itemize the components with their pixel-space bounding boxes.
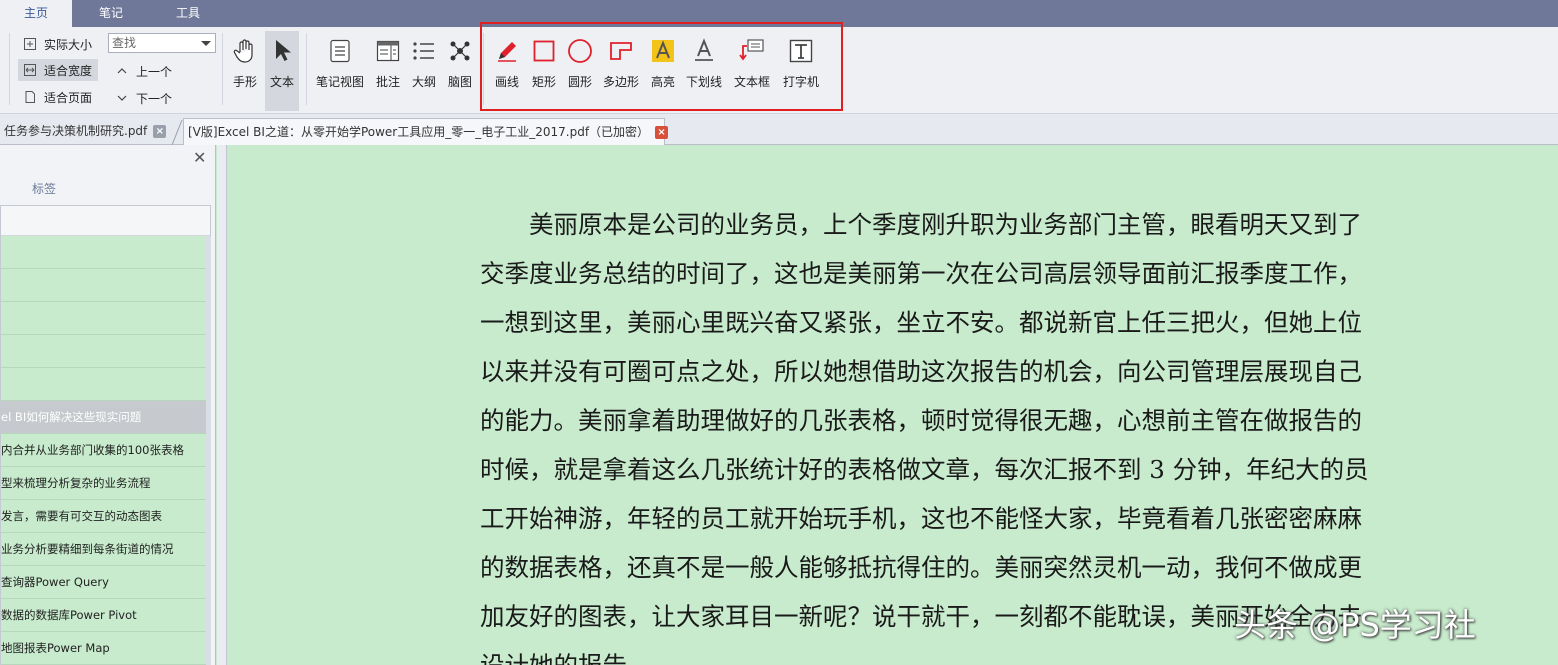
fit-page-button[interactable]: 适合页面 [18, 86, 98, 108]
tab-notes[interactable]: 笔记 [78, 0, 144, 27]
panel-splitter[interactable] [217, 145, 227, 665]
list-item[interactable]: 内合并从业务部门收集的100张表格 [1, 434, 206, 467]
actual-size-button[interactable]: 实际大小 [18, 33, 98, 55]
mindmap-icon [445, 35, 475, 67]
fit-width-label: 适合宽度 [44, 63, 93, 78]
text-line: 以来并没有可圈可点之处，所以她想借助这次报告的机会，向公司管理层展现自己 [480, 357, 1362, 386]
hand-icon [230, 35, 260, 67]
document-page: 美丽原本是公司的业务员，上个季度刚升职为业务部门主管，眼看明天又到了 交季度业务… [228, 145, 1558, 665]
actual-size-icon [22, 36, 38, 52]
mindmap-label: 脑图 [447, 75, 472, 89]
note-view-button[interactable]: 笔记视图 [314, 31, 366, 111]
tab-home[interactable]: 主页 [0, 0, 72, 27]
prev-button[interactable]: 上一个 [114, 60, 184, 82]
text-line: 的能力。美丽拿着助理做好的几张表格，顿时觉得很无趣，心想前主管在做报告的 [480, 406, 1362, 435]
close-icon[interactable]: ✕ [193, 148, 206, 167]
search-input[interactable]: 查找 [108, 33, 216, 53]
close-icon[interactable]: × [655, 126, 669, 139]
list-item[interactable] [1, 335, 206, 368]
scrollbar[interactable] [206, 236, 211, 665]
text-line: 美丽原本是公司的业务员，上个季度刚升职为业务部门主管，眼看明天又到了 [480, 210, 1362, 239]
doc-tab-2-label: [V版]Excel BI之道：从零开始学Power工具应用_零一_电子工业_20… [188, 125, 650, 139]
outline-list-icon [409, 35, 439, 67]
outline-button[interactable]: 大纲 [408, 31, 440, 111]
annotate-label: 批注 [375, 75, 400, 89]
list-item[interactable]: 型来梳理分析复杂的业务流程 [1, 467, 206, 500]
text-line: 的数据表格，还真不是一般人能够抵抗得住的。美丽突然灵机一动，我何不做成更 [480, 553, 1362, 582]
text-tool-button[interactable]: 文本 [265, 31, 299, 111]
doc-tab-1[interactable]: 任务参与决策机制研究.pdf × [0, 118, 172, 145]
chevron-down-icon[interactable] [201, 41, 211, 46]
text-line: 时候，就是拿着这么几张统计好的表格做文章，每次汇报不到 3 分钟，年纪大的员 [480, 455, 1369, 484]
hand-label: 手形 [232, 75, 257, 89]
text-label: 文本 [269, 75, 294, 89]
chevron-down-icon [114, 90, 130, 106]
outline-label: 大纲 [411, 75, 436, 89]
list-item[interactable] [1, 269, 206, 302]
note-view-icon [325, 35, 355, 67]
list-item[interactable]: 数据的数据库Power Pivot [1, 599, 206, 632]
doc-tab-1-label: 任务参与决策机制研究.pdf [4, 124, 148, 138]
hand-tool-button[interactable]: 手形 [228, 31, 262, 111]
list-item[interactable]: 业务分析要精细到每条街道的情况 [1, 533, 206, 566]
chevron-up-icon [114, 63, 130, 79]
text-line: 工开始神游，年轻的员工就开始玩手机，这也不能怪大家，毕竟看着几张密密麻麻 [480, 504, 1362, 533]
tab-tools[interactable]: 工具 [155, 0, 221, 27]
bookmark-panel: ✕ 标签 el BI如何解决这些现实问题 内合并从业务部门收集的100张表格 型… [0, 145, 216, 665]
document-tab-bar: 任务参与决策机制研究.pdf × [V版]Excel BI之道：从零开始学Powe… [0, 114, 1558, 145]
list-item[interactable] [1, 236, 206, 269]
bookmark-list: el BI如何解决这些现实问题 内合并从业务部门收集的100张表格 型来梳理分析… [0, 205, 211, 665]
note-view-label: 笔记视图 [315, 75, 364, 89]
fit-width-icon [22, 62, 38, 78]
list-item[interactable]: 发言，需要有可交互的动态图表 [1, 500, 206, 533]
annotate-button[interactable]: 批注 [372, 31, 404, 111]
text-line: 一想到这里，美丽心里既兴奋又紧张，坐立不安。都说新官上任三把火，但她上位 [480, 308, 1362, 337]
annotate-panel-icon [373, 35, 403, 67]
bookmark-list-header [1, 206, 210, 236]
ribbon-separator [306, 33, 307, 105]
bookmark-tab[interactable]: 标签 [32, 180, 56, 197]
list-item[interactable]: el BI如何解决这些现实问题 [1, 401, 206, 434]
fit-width-button[interactable]: 适合宽度 [18, 59, 98, 81]
doc-tab-2[interactable]: [V版]Excel BI之道：从零开始学Power工具应用_零一_电子工业_20… [183, 118, 669, 145]
mindmap-button[interactable]: 脑图 [444, 31, 476, 111]
list-item[interactable] [1, 302, 206, 335]
ribbon-separator [222, 33, 223, 105]
annotation-tools-highlight [480, 22, 843, 111]
next-button[interactable]: 下一个 [114, 87, 184, 109]
next-label: 下一个 [136, 91, 173, 106]
search-placeholder: 查找 [112, 36, 137, 50]
fit-page-label: 适合页面 [44, 90, 93, 105]
cursor-arrow-icon [267, 35, 297, 67]
prev-label: 上一个 [136, 64, 173, 79]
fit-page-icon [22, 89, 38, 105]
ribbon-separator [9, 33, 10, 105]
list-item[interactable] [1, 368, 206, 401]
document-paragraph: 美丽原本是公司的业务员，上个季度刚升职为业务部门主管，眼看明天又到了 交季度业务… [480, 200, 1540, 665]
watermark: 头条 @PS学习社 [1234, 606, 1476, 644]
close-icon[interactable]: × [153, 125, 167, 138]
actual-size-label: 实际大小 [44, 37, 93, 52]
list-item[interactable]: 查询器Power Query [1, 566, 206, 599]
text-line: 交季度业务总结的时间了，这也是美丽第一次在公司高层领导面前汇报季度工作， [480, 259, 1362, 288]
list-item[interactable]: 地图报表Power Map [1, 632, 206, 665]
